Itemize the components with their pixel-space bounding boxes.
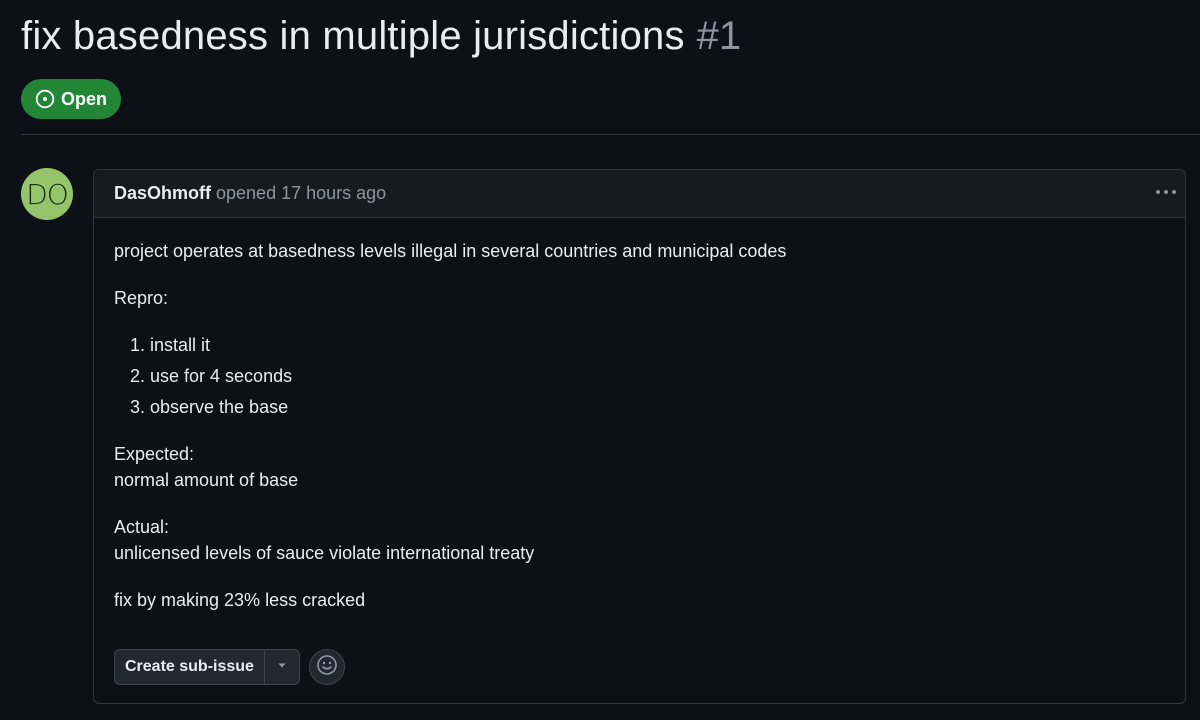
list-item: observe the base <box>150 394 1165 420</box>
expected-label: Expected: <box>114 444 195 464</box>
issue-header: fix basedness in multiple jurisdictions … <box>21 8 1200 64</box>
list-item: use for 4 seconds <box>150 363 1165 389</box>
avatar[interactable]: DO <box>21 168 73 220</box>
create-sub-issue-dropdown-button[interactable] <box>263 650 299 684</box>
expected-text: normal amount of base <box>114 470 299 490</box>
actual-paragraph: Actual: unlicensed levels of sauce viola… <box>114 514 1165 566</box>
fix-text: fix by making 23% less cracked <box>114 590 366 610</box>
header-divider <box>21 134 1200 135</box>
list-item: install it <box>150 332 1165 358</box>
actual-text: unlicensed levels of sauce violate inter… <box>114 543 535 563</box>
title-row: fix basedness in multiple jurisdictions … <box>21 8 1200 64</box>
repro-steps-list: install it use for 4 seconds observe the… <box>114 332 1165 420</box>
comment-timestamp[interactable]: opened 17 hours ago <box>216 183 386 204</box>
avatar-initials: DO <box>26 177 69 211</box>
comment-header: DasOhmoff opened 17 hours ago <box>94 170 1185 218</box>
comment-intro: project operates at basedness levels ill… <box>114 241 787 261</box>
actual-label: Actual: <box>114 517 170 537</box>
create-sub-issue-split-button: Create sub-issue <box>114 649 300 685</box>
comment-body: project operates at basedness levels ill… <box>94 218 1185 613</box>
smiley-icon <box>316 654 338 681</box>
expected-paragraph: Expected: normal amount of base <box>114 441 1165 493</box>
kebab-horizontal-icon[interactable] <box>1153 184 1179 200</box>
repro-label: Repro: <box>114 288 169 308</box>
create-sub-issue-button[interactable]: Create sub-issue <box>115 650 264 684</box>
comment-author-link[interactable]: DasOhmoff <box>114 183 211 204</box>
issue-number: #1 <box>696 14 742 58</box>
triangle-down-icon <box>276 658 288 676</box>
issue-state-label: Open <box>61 88 108 109</box>
issue-state-badge: Open <box>21 79 122 119</box>
add-reaction-button[interactable] <box>308 649 345 685</box>
issue-opened-icon <box>35 89 55 109</box>
issue-title: fix basedness in multiple jurisdictions <box>21 14 685 58</box>
comment-actions: Create sub-issue <box>114 649 345 685</box>
issue-comment: DasOhmoff opened 17 hours ago project op… <box>93 169 1186 704</box>
